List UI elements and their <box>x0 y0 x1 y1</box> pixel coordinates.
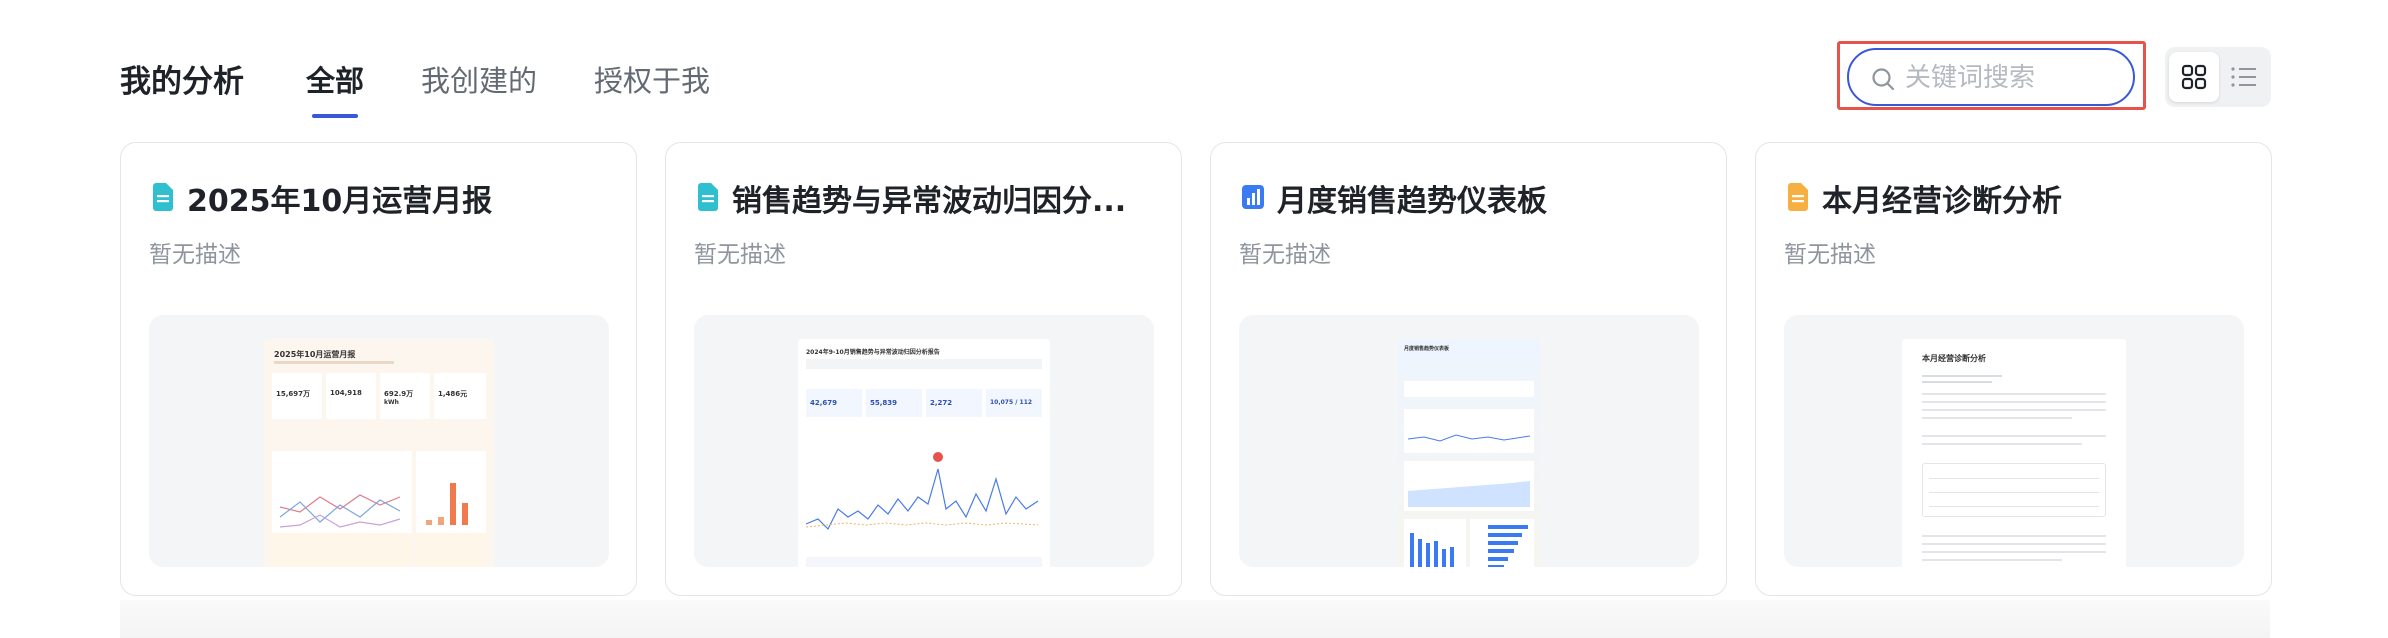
active-tab-indicator <box>312 114 358 118</box>
analysis-card[interactable]: 2025年10月运营月报 暂无描述 2025年10月运营月报 15,697万 1… <box>120 142 637 596</box>
kpi-value: 1,486元 <box>438 390 468 398</box>
search-icon <box>1872 68 1895 91</box>
card-preview: 月度销售趋势仪表板 <box>1239 315 1699 567</box>
kpi-value: 692.9万 <box>384 390 414 398</box>
card-title: 销售趋势与异常波动归因分... <box>732 184 1127 219</box>
thumbnail-heading: 月度销售趋势仪表板 <box>1404 346 1450 352</box>
analysis-card[interactable]: 月度销售趋势仪表板 暂无描述 月度销售趋势仪表板 <box>1210 142 1727 596</box>
search-input[interactable] <box>1905 62 2125 94</box>
bar-chart-thumbnail <box>426 483 468 525</box>
card-title: 2025年10月运营月报 <box>187 184 493 219</box>
kpi-value: 104,918 <box>330 389 362 397</box>
card-preview: 2024年9-10月销售趋势与异常波动归因分析报告 42,679 55,839 … <box>694 315 1154 567</box>
dashboard-thumbnail: 月度销售趋势仪表板 <box>1398 339 1540 567</box>
kpi-value: 42,679 <box>810 399 838 407</box>
report-thumbnail: 本月经营诊断分析 <box>1902 339 2126 567</box>
bar-chart-icon <box>1242 185 1264 209</box>
view-toggle <box>2165 47 2271 107</box>
card-description: 暂无描述 <box>1239 242 1331 268</box>
next-row-placeholder <box>120 600 2270 638</box>
card-preview: 本月经营诊断分析 <box>1784 315 2244 567</box>
thumbnail-heading: 2025年10月运营月报 <box>274 350 356 359</box>
card-description: 暂无描述 <box>149 242 241 268</box>
kpi-value: 55,839 <box>870 399 898 407</box>
search-box[interactable] <box>1847 48 2135 106</box>
card-description: 暂无描述 <box>694 242 786 268</box>
thumbnail-heading: 2024年9-10月销售趋势与异常波动归因分析报告 <box>806 349 940 356</box>
kpi-unit: kWh <box>384 399 399 406</box>
line-chart-thumbnail <box>806 452 1039 531</box>
kpi-value: 10,075 / 112 <box>990 399 1033 406</box>
hbar-chart-thumbnail <box>1488 525 1528 567</box>
tab-created-by-me[interactable]: 我创建的 <box>421 58 537 100</box>
line-chart-thumbnail <box>1407 434 1531 442</box>
document-icon <box>153 183 173 211</box>
analysis-card[interactable]: 销售趋势与异常波动归因分... 暂无描述 2024年9-10月销售趋势与异常波动… <box>665 142 1182 596</box>
report-thumbnail: 2024年9-10月销售趋势与异常波动归因分析报告 42,679 55,839 … <box>798 339 1050 567</box>
grid-view-button[interactable] <box>2169 52 2219 102</box>
card-preview: 2025年10月运营月报 15,697万 104,918 692.9万 kWh … <box>149 315 609 567</box>
kpi-value: 15,697万 <box>276 390 311 398</box>
area-chart-thumbnail <box>1408 481 1530 507</box>
thumbnail-heading: 本月经营诊断分析 <box>1922 354 1986 363</box>
card-description: 暂无描述 <box>1784 242 1876 268</box>
kpi-value: 2,272 <box>930 399 953 407</box>
document-icon <box>1788 183 1808 211</box>
grid-view-icon <box>2181 64 2207 90</box>
analysis-card[interactable]: 本月经营诊断分析 暂无描述 本月经营诊断分析 <box>1755 142 2272 596</box>
document-icon <box>698 183 718 211</box>
report-thumbnail: 2025年10月运营月报 15,697万 104,918 692.9万 kWh … <box>264 339 494 567</box>
card-title: 本月经营诊断分析 <box>1822 184 2062 219</box>
tab-all[interactable]: 全部 <box>306 58 364 100</box>
header: 我的分析 全部 我创建的 授权于我 <box>0 0 2388 140</box>
list-view-button[interactable] <box>2219 52 2269 102</box>
page-title: 我的分析 <box>120 64 244 100</box>
list-view-icon <box>2231 67 2256 87</box>
bar-chart-thumbnail <box>1410 533 1454 567</box>
tab-shared-with-me[interactable]: 授权于我 <box>594 58 710 100</box>
card-title: 月度销售趋势仪表板 <box>1277 184 1547 219</box>
